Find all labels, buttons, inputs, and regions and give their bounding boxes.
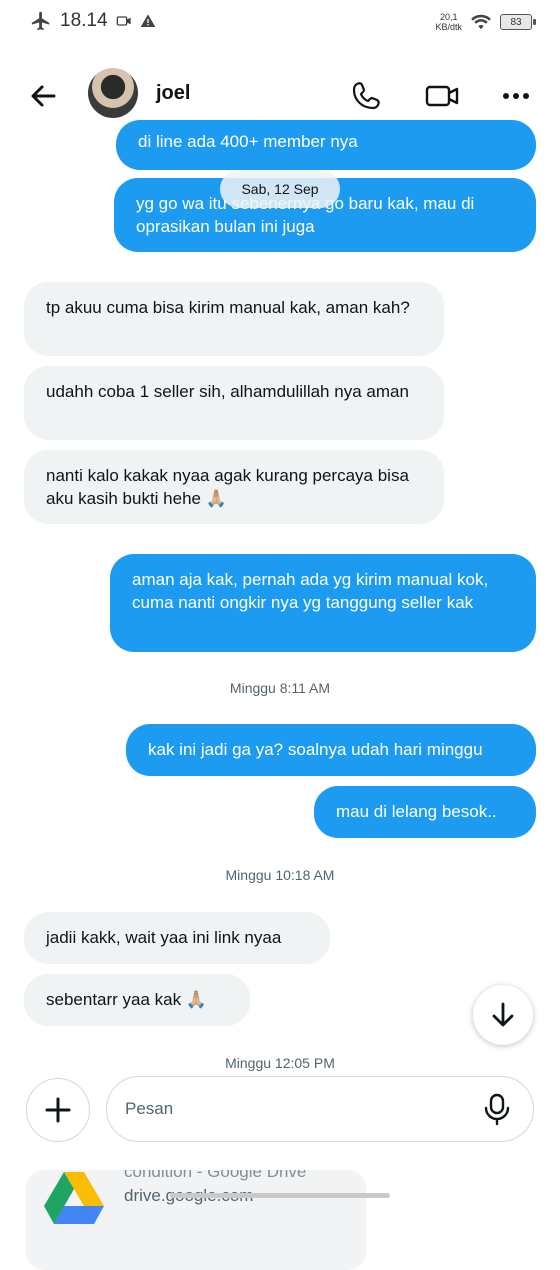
add-attachment-button[interactable] <box>26 1078 90 1142</box>
status-bar: 18.14 20,1 KB/dtk 83 <box>0 0 560 44</box>
link-title: condition - Google Drive <box>124 1170 307 1181</box>
back-arrow-icon[interactable] <box>24 76 64 116</box>
plus-icon <box>45 1097 71 1123</box>
phone-icon[interactable] <box>346 76 386 116</box>
message-input-placeholder: Pesan <box>125 1099 174 1118</box>
network-speed-value: 20,1 <box>439 12 458 22</box>
airplane-icon <box>31 11 50 31</box>
arrow-down-icon <box>492 1002 514 1027</box>
battery-icon: 83 <box>500 14 536 30</box>
message-timestamp: Minggu 12:05 PM <box>225 1055 335 1071</box>
message-bubble-outgoing[interactable]: di line ada 400+ member nya <box>116 120 536 170</box>
message-timestamp: Minggu 8:11 AM <box>229 680 331 696</box>
message-composer: condition - Google Drive drive.google.co… <box>0 1070 560 1270</box>
message-input[interactable]: Pesan <box>106 1076 534 1142</box>
message-bubble-incoming[interactable]: jadii kakk, wait yaa ini link nyaa <box>24 912 330 964</box>
contact-name[interactable]: joel <box>156 82 190 105</box>
message-bubble-outgoing[interactable]: aman aja kak, pernah ada yg kirim manual… <box>110 554 536 652</box>
message-bubble-incoming[interactable]: nanti kalo kakak nyaa agak kurang percay… <box>24 450 444 524</box>
screen-record-icon <box>116 16 131 26</box>
link-preview-card[interactable]: condition - Google Drive drive.google.co… <box>26 1170 366 1270</box>
google-drive-icon <box>44 1172 104 1224</box>
message-bubble-incoming[interactable]: udahh coba 1 seller sih, alhamdulillah n… <box>24 366 444 440</box>
video-call-icon[interactable] <box>422 76 462 116</box>
wifi-icon <box>471 14 491 30</box>
home-indicator <box>170 1193 390 1198</box>
date-divider: Sab, 12 Sep <box>220 170 340 208</box>
microphone-icon[interactable] <box>479 1091 515 1127</box>
message-bubble-outgoing[interactable]: mau di lelang besok.. <box>314 786 536 838</box>
message-bubble-outgoing[interactable]: kak ini jadi ga ya? soalnya udah hari mi… <box>126 724 536 776</box>
message-bubble-incoming[interactable]: tp akuu cuma bisa kirim manual kak, aman… <box>24 282 444 356</box>
network-speed-unit: KB/dtk <box>435 22 462 32</box>
warning-icon <box>140 14 155 27</box>
status-time: 18.14 <box>60 10 108 31</box>
network-speed: 20,1 KB/dtk <box>435 12 462 32</box>
avatar[interactable] <box>88 68 138 118</box>
more-icon[interactable] <box>496 76 536 116</box>
message-bubble-incoming[interactable]: sebentarr yaa kak 🙏🏼 <box>24 974 250 1026</box>
scroll-to-bottom-button[interactable] <box>473 985 533 1045</box>
message-timestamp: Minggu 10:18 AM <box>225 867 335 883</box>
battery-level: 83 <box>510 16 522 28</box>
